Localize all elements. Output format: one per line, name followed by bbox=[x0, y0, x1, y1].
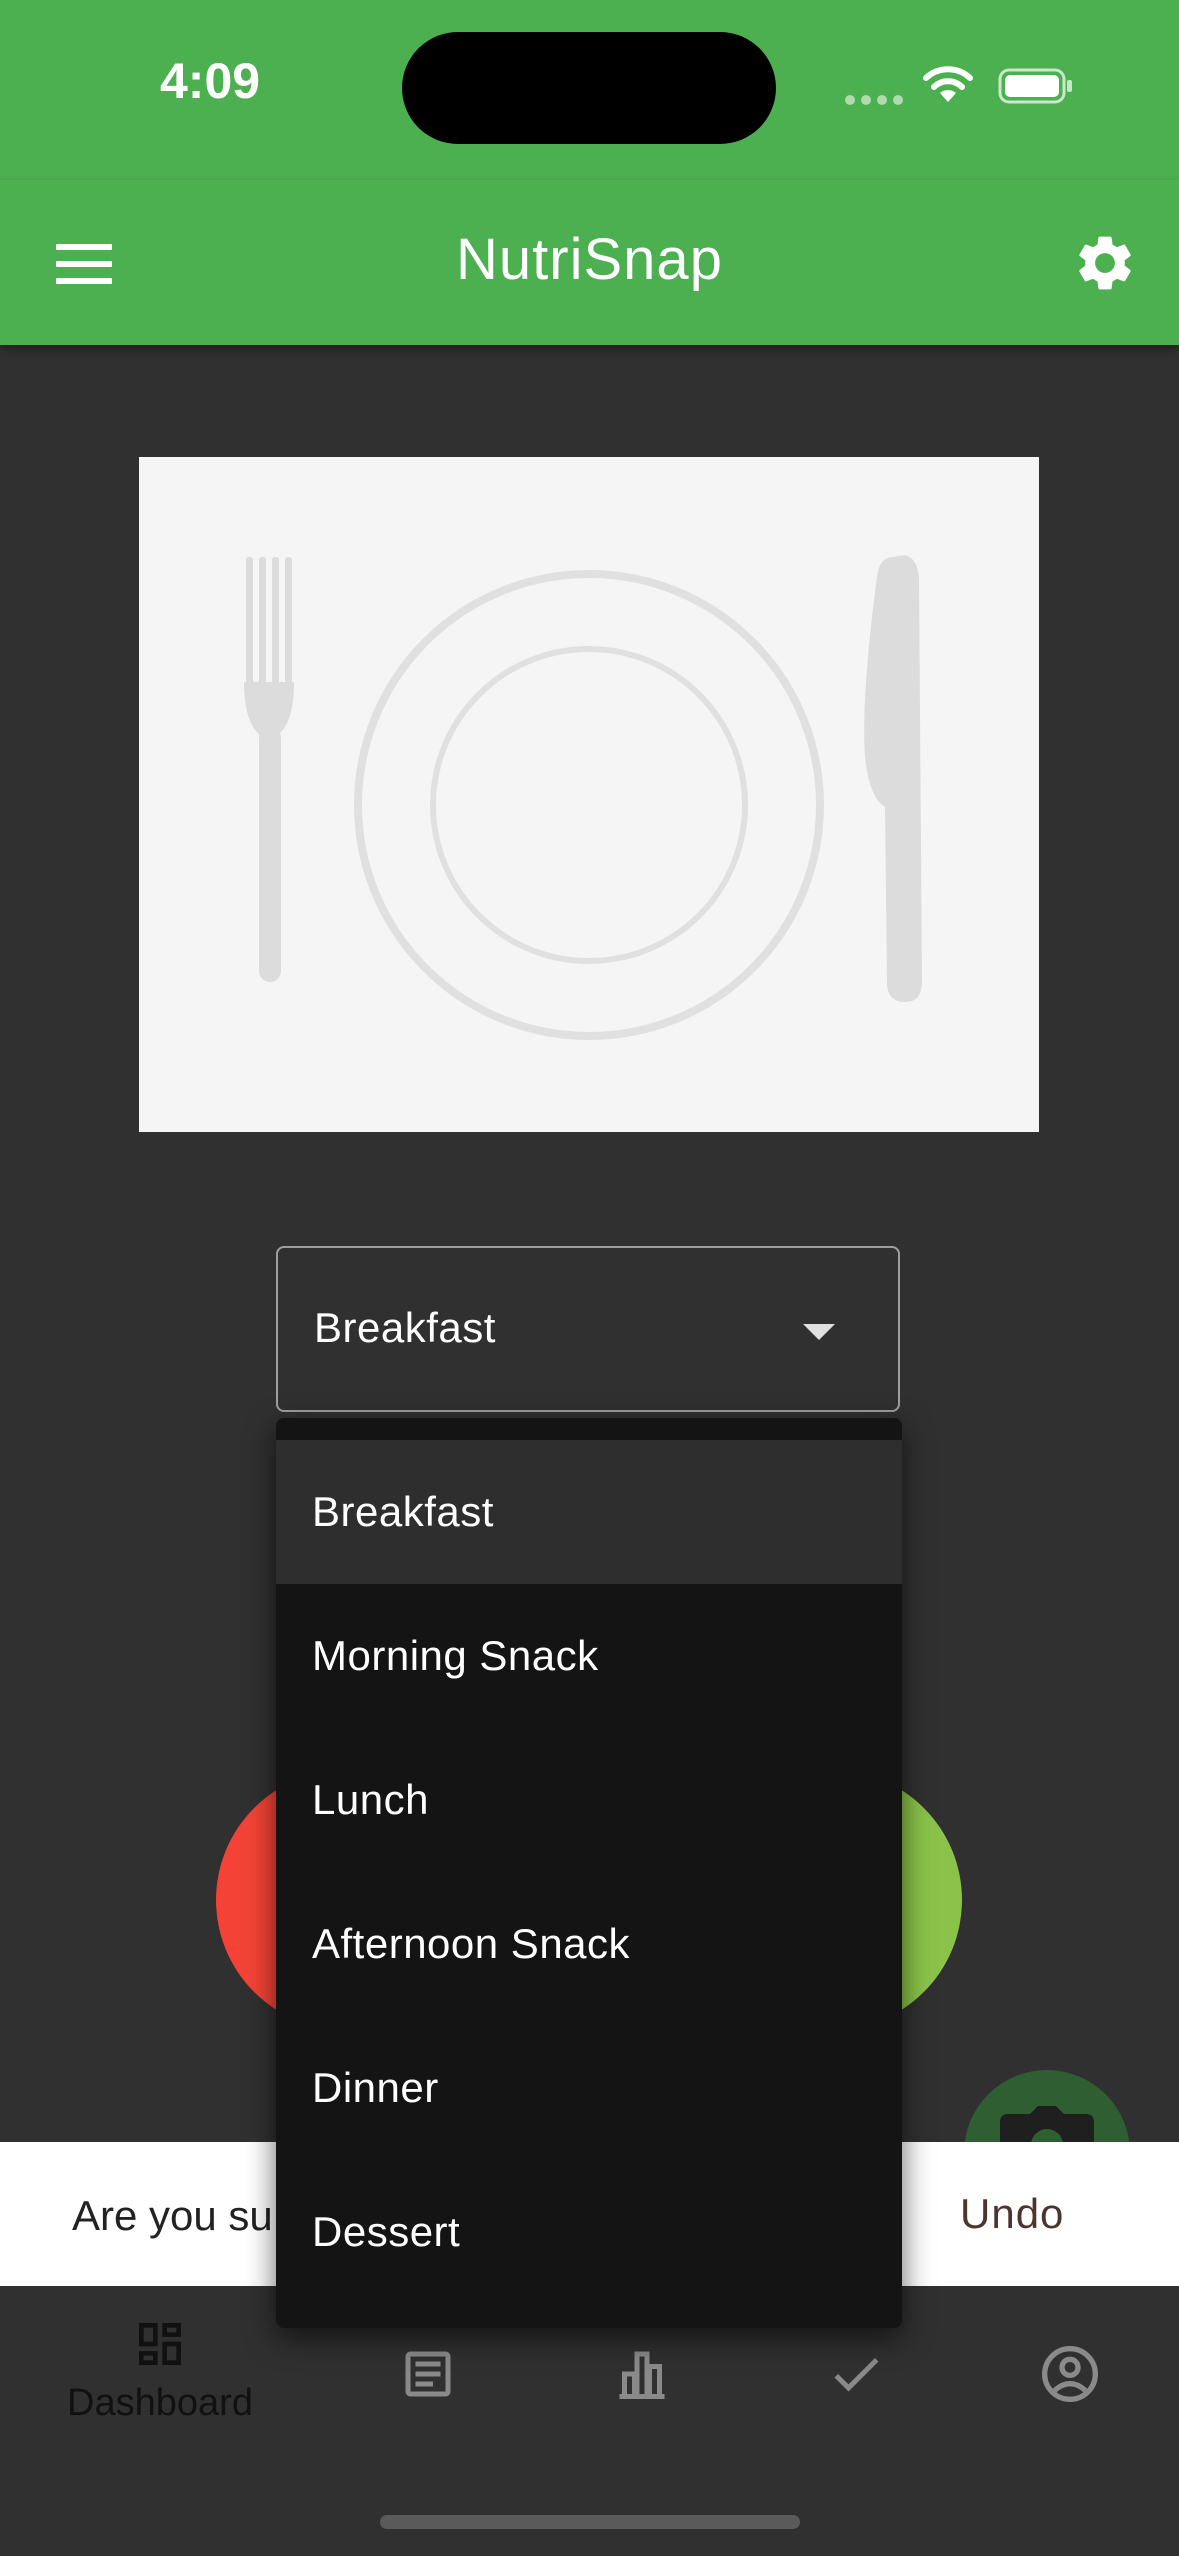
menu-item-label: Lunch bbox=[312, 1776, 429, 1823]
check-icon bbox=[834, 2357, 879, 2392]
meal-type-value: Breakfast bbox=[314, 1304, 496, 1351]
menu-item-dinner[interactable]: Dinner bbox=[276, 2016, 902, 2160]
caret-down-icon bbox=[803, 1324, 835, 1340]
dashboard-icon bbox=[139, 2323, 181, 2365]
app-title: NutriSnap bbox=[456, 227, 723, 292]
plate-fork-knife-icon bbox=[244, 555, 922, 1040]
article-icon bbox=[405, 2351, 451, 2397]
dynamic-island bbox=[402, 32, 776, 144]
battery-icon bbox=[998, 68, 1072, 104]
menu-item-breakfast[interactable]: Breakfast bbox=[276, 1440, 902, 1584]
menu-item-label: Afternoon Snack bbox=[312, 1920, 631, 1967]
cellular-signal-icon bbox=[845, 92, 909, 110]
nav-dashboard[interactable]: Dashboard bbox=[40, 2286, 280, 2456]
menu-item-dessert[interactable]: Dessert bbox=[276, 2160, 902, 2304]
undo-button[interactable]: Undo bbox=[960, 2190, 1064, 2238]
meal-type-dropdown-menu: Breakfast Morning Snack Lunch Afternoon … bbox=[276, 1418, 902, 2328]
menu-item-label: Dinner bbox=[312, 2064, 439, 2111]
menu-item-label: Breakfast bbox=[312, 1488, 494, 1535]
bar-chart-icon bbox=[619, 2351, 665, 2399]
meal-image bbox=[139, 457, 1039, 1132]
account-circle-icon bbox=[1042, 2346, 1098, 2402]
wifi-icon bbox=[923, 66, 973, 102]
gear-icon[interactable] bbox=[1072, 230, 1138, 296]
menu-item-lunch[interactable]: Lunch bbox=[276, 1728, 902, 1872]
home-indicator bbox=[380, 2515, 800, 2529]
menu-item-morning-snack[interactable]: Morning Snack bbox=[276, 1584, 902, 1728]
meal-type-select[interactable]: Breakfast bbox=[276, 1246, 900, 1412]
status-time: 4:09 bbox=[160, 53, 261, 109]
nav-profile[interactable] bbox=[1000, 2286, 1140, 2456]
status-bar: 4:09 bbox=[0, 0, 1179, 180]
menu-item-label: Morning Snack bbox=[312, 1632, 599, 1679]
nav-dashboard-label: Dashboard bbox=[67, 2382, 253, 2424]
menu-item-label: Dessert bbox=[312, 2208, 461, 2255]
app-bar: NutriSnap bbox=[0, 180, 1179, 345]
menu-item-afternoon-snack[interactable]: Afternoon Snack bbox=[276, 1872, 902, 2016]
snackbar-message: Are you su bbox=[72, 2192, 273, 2239]
